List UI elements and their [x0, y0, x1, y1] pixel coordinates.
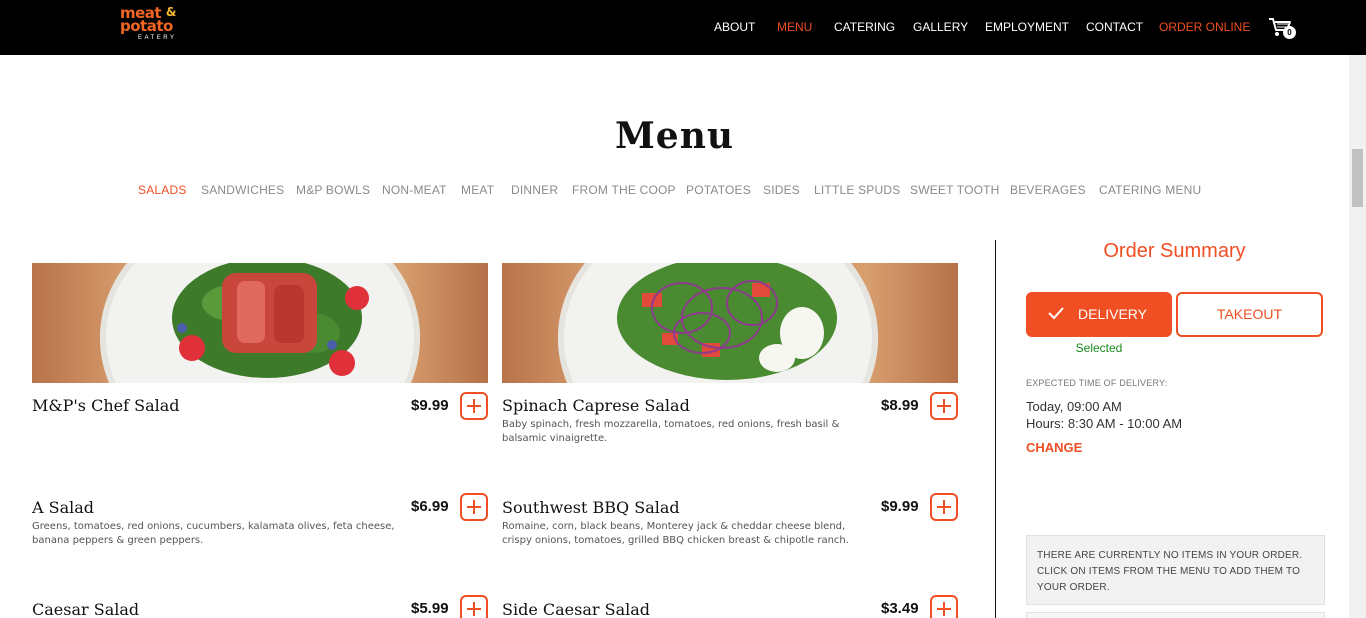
nav-contact[interactable]: CONTACT — [1086, 20, 1143, 34]
category-beverages[interactable]: BEVERAGES — [1010, 183, 1086, 197]
cart-button[interactable]: 0 — [1268, 16, 1296, 40]
top-navigation-bar: meat & potato EATERY ABOUT MENU CATERING… — [0, 0, 1366, 55]
selected-indicator: Selected — [1075, 341, 1123, 355]
logo-word-potato: potato — [120, 17, 173, 35]
dish-name[interactable]: A Salad — [32, 498, 94, 517]
order-panel-continuation — [1026, 612, 1325, 618]
order-summary-title: Order Summary — [1103, 240, 1246, 262]
page-scrollbar[interactable] — [1349, 55, 1366, 618]
add-to-order-button[interactable] — [460, 595, 488, 618]
dish-price: $8.99 — [881, 397, 919, 414]
change-time-link[interactable]: CHANGE — [1026, 440, 1082, 455]
category-catering-menu[interactable]: CATERING MENU — [1099, 183, 1201, 197]
takeout-button[interactable]: TAKEOUT — [1176, 292, 1323, 337]
dish-name[interactable]: Side Caesar Salad — [502, 600, 650, 618]
category-salads[interactable]: SALADS — [138, 183, 187, 197]
nav-catering[interactable]: CATERING — [834, 20, 895, 34]
add-to-order-button[interactable] — [460, 493, 488, 521]
category-dinner[interactable]: DINNER — [511, 183, 558, 197]
dish-description: Baby spinach, fresh mozzarella, tomatoes… — [502, 419, 840, 444]
add-to-order-button[interactable] — [930, 493, 958, 521]
category-sweet-tooth[interactable]: SWEET TOOTH — [910, 183, 1000, 197]
nav-gallery[interactable]: GALLERY — [913, 20, 968, 34]
dish-name[interactable]: M&P's Chef Salad — [32, 396, 180, 415]
add-to-order-button[interactable] — [930, 595, 958, 618]
empty-order-message: THERE ARE CURRENTLY NO ITEMS IN YOUR ORD… — [1026, 535, 1325, 605]
dish-image-spinach-caprese[interactable] — [502, 263, 958, 383]
delivery-button[interactable]: DELIVERY — [1026, 292, 1172, 337]
nav-menu[interactable]: MENU — [777, 20, 812, 34]
dish-name[interactable]: Caesar Salad — [32, 600, 139, 618]
dish-image-chef-salad[interactable] — [32, 263, 488, 383]
page-title: Menu — [614, 115, 735, 157]
check-icon — [1048, 307, 1064, 320]
dish-name[interactable]: Spinach Caprese Salad — [502, 396, 690, 415]
add-to-order-button[interactable] — [460, 392, 488, 420]
expected-time-value: Today, 09:00 AM — [1026, 399, 1122, 414]
category-from-the-coop[interactable]: FROM THE COOP — [572, 183, 676, 197]
dish-price: $9.99 — [881, 498, 919, 515]
category-meat[interactable]: MEAT — [461, 183, 494, 197]
brand-logo[interactable]: meat & potato EATERY — [120, 6, 186, 50]
nav-employment[interactable]: EMPLOYMENT — [985, 20, 1069, 34]
category-non-meat[interactable]: NON-MEAT — [382, 183, 447, 197]
nav-order-online[interactable]: ORDER ONLINE — [1159, 20, 1250, 34]
category-sandwiches[interactable]: SANDWICHES — [201, 183, 284, 197]
column-divider — [995, 240, 996, 618]
scrollbar-thumb[interactable] — [1352, 149, 1363, 207]
dish-name[interactable]: Southwest BBQ Salad — [502, 498, 680, 517]
category-little-spuds[interactable]: LITTLE SPUDS — [814, 183, 900, 197]
dish-price: $5.99 — [411, 600, 449, 617]
dish-description: Greens, tomatoes, red onions, cucumbers,… — [32, 521, 395, 546]
expected-time-label: EXPECTED TIME OF DELIVERY: — [1026, 378, 1168, 388]
delivery-label: DELIVERY — [1078, 306, 1147, 322]
category-sides[interactable]: SIDES — [763, 183, 800, 197]
add-to-order-button[interactable] — [930, 392, 958, 420]
category-potatoes[interactable]: POTATOES — [686, 183, 751, 197]
category-mp-bowls[interactable]: M&P BOWLS — [296, 183, 370, 197]
dish-price: $9.99 — [411, 397, 449, 414]
salad-photo — [172, 263, 369, 378]
logo-word-eatery: EATERY — [138, 35, 177, 41]
dish-price: $6.99 — [411, 498, 449, 515]
salad-photo — [617, 263, 837, 380]
cart-count-badge: 0 — [1283, 26, 1296, 39]
dish-description: Romaine, corn, black beans, Monterey jac… — [502, 521, 849, 546]
dish-price: $3.49 — [881, 600, 919, 617]
hours-value: Hours: 8:30 AM - 10:00 AM — [1026, 416, 1183, 431]
nav-about[interactable]: ABOUT — [714, 20, 755, 34]
